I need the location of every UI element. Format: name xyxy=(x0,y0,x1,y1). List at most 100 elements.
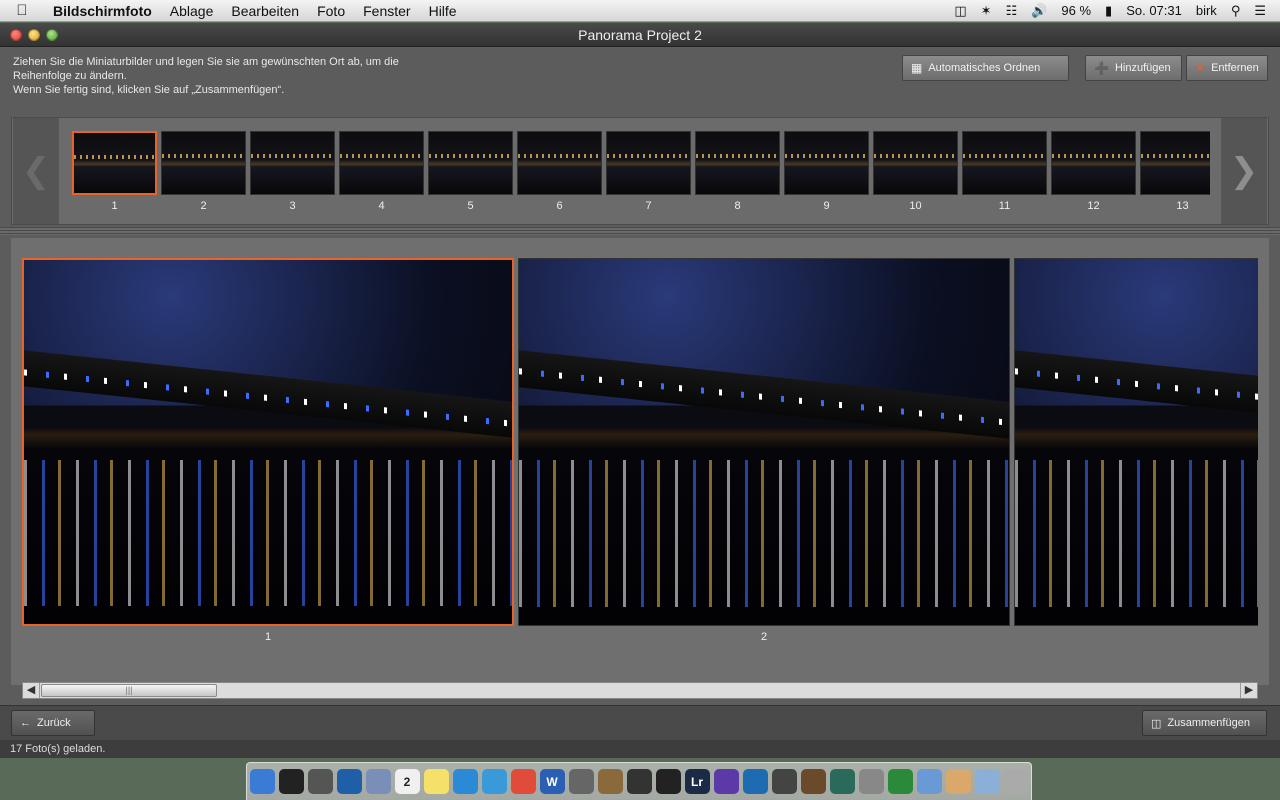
thumbnail[interactable]: 10 xyxy=(873,131,958,215)
thumbnail[interactable]: 1 xyxy=(72,131,157,215)
thumbnail[interactable]: 4 xyxy=(339,131,424,215)
thumbnail-image[interactable] xyxy=(161,131,246,195)
user-name[interactable]: birk xyxy=(1196,3,1217,18)
thumbnail[interactable]: 7 xyxy=(606,131,691,215)
thumbnail[interactable]: 9 xyxy=(784,131,869,215)
preview-photo-number: 2 xyxy=(760,631,768,643)
app8-icon[interactable] xyxy=(887,769,913,794)
menubar:  Bildschirmfoto Ablage Bearbeiten Foto … xyxy=(0,0,1280,22)
thumbnail[interactable]: 2 xyxy=(161,131,246,215)
add-button[interactable]: ➕ Hinzufügen xyxy=(1085,55,1182,81)
thumbnail[interactable]: 5 xyxy=(428,131,513,215)
downloads-icon[interactable] xyxy=(974,769,1000,794)
notification-center-icon[interactable]: ☰ xyxy=(1254,3,1266,19)
menu-bearbeiten[interactable]: Bearbeiten xyxy=(222,3,308,19)
back-button[interactable]: ← Zurück xyxy=(11,710,95,736)
instructions: Ziehen Sie die Miniaturbilder und legen … xyxy=(13,55,433,97)
titlebar: Panorama Project 2 xyxy=(0,23,1280,47)
menu-hilfe[interactable]: Hilfe xyxy=(420,3,466,19)
scroll-arrow-right-icon[interactable]: ▶ xyxy=(1240,683,1257,698)
app7-icon[interactable] xyxy=(858,769,884,794)
thumbnail-image[interactable] xyxy=(72,131,157,195)
app2-icon[interactable] xyxy=(713,769,739,794)
terminal-icon[interactable] xyxy=(278,769,304,794)
clock[interactable]: So. 07:31 xyxy=(1126,3,1182,18)
trash-icon[interactable] xyxy=(1003,769,1029,794)
thumbnail-number: 6 xyxy=(556,200,563,212)
spotlight-icon[interactable]: ⚲ xyxy=(1231,3,1241,19)
thumbnail[interactable]: 12 xyxy=(1051,131,1136,215)
thumbnail-image[interactable] xyxy=(962,131,1047,195)
compass-icon[interactable] xyxy=(481,769,507,794)
wifi-icon[interactable]: ☷ xyxy=(1006,3,1018,19)
thumbnail-number: 1 xyxy=(111,200,118,212)
photos-icon[interactable] xyxy=(597,769,623,794)
thumbnail-image[interactable] xyxy=(784,131,869,195)
preview-icon[interactable] xyxy=(365,769,391,794)
app-icon[interactable] xyxy=(307,769,333,794)
thumbnail-image[interactable] xyxy=(873,131,958,195)
remove-button[interactable]: ✕ Entfernen xyxy=(1186,55,1268,81)
preview-photo-image[interactable] xyxy=(1014,258,1258,626)
lightroom-icon[interactable]: Lr xyxy=(684,769,710,794)
close-icon[interactable] xyxy=(10,29,22,41)
thumbnail-image[interactable] xyxy=(606,131,691,195)
scroll-left-icon[interactable]: ❮ xyxy=(13,118,59,224)
menu-foto[interactable]: Foto xyxy=(308,3,354,19)
thumbnail-image[interactable] xyxy=(339,131,424,195)
menu-ablage[interactable]: Ablage xyxy=(161,3,223,19)
splitter[interactable] xyxy=(0,227,1280,235)
thumbnail-image[interactable] xyxy=(1051,131,1136,195)
thumbnail-row: 1 2 3 4 5 6 7 8 9 10 11 12 13 xyxy=(72,131,1210,219)
menu-app[interactable]: Bildschirmfoto xyxy=(44,3,161,19)
app4-icon[interactable] xyxy=(771,769,797,794)
notes-icon[interactable] xyxy=(423,769,449,794)
thumbnail-image[interactable] xyxy=(517,131,602,195)
menu-fenster[interactable]: Fenster xyxy=(354,3,419,19)
bluetooth-icon[interactable]: ✶ xyxy=(981,3,992,19)
apple-icon[interactable]:  xyxy=(0,2,44,19)
finder-icon[interactable] xyxy=(249,769,275,794)
zoom-icon[interactable] xyxy=(46,29,58,41)
thumbnail-number: 5 xyxy=(467,200,474,212)
folder-icon[interactable] xyxy=(916,769,942,794)
auto-arrange-button[interactable]: ▦ Automatisches Ordnen xyxy=(902,55,1069,81)
app6-icon[interactable] xyxy=(829,769,855,794)
volume-icon[interactable]: 🔊 xyxy=(1031,3,1047,19)
horizontal-scrollbar[interactable]: ◀ ||| ▶ xyxy=(22,682,1258,699)
preview-photo[interactable]: 2 xyxy=(518,258,1010,643)
thumbnail-image[interactable] xyxy=(695,131,780,195)
thumbnail-image[interactable] xyxy=(428,131,513,195)
preview-photo[interactable] xyxy=(1014,258,1258,626)
preview-photo-image[interactable] xyxy=(22,258,514,626)
photo-refl xyxy=(1015,460,1258,607)
thumbnail[interactable]: 6 xyxy=(517,131,602,215)
app3-icon[interactable] xyxy=(742,769,768,794)
home-icon[interactable] xyxy=(945,769,971,794)
scroll-right-icon[interactable]: ❯ xyxy=(1221,118,1267,224)
thumbnail[interactable]: 3 xyxy=(250,131,335,215)
minimize-icon[interactable] xyxy=(28,29,40,41)
thumbnail-image[interactable] xyxy=(250,131,335,195)
battery-icon[interactable]: ▮ xyxy=(1105,3,1112,19)
itunes-icon[interactable] xyxy=(452,769,478,794)
calendar-icon[interactable]: 2 xyxy=(394,769,420,794)
thumbnail[interactable]: 11 xyxy=(962,131,1047,215)
word-icon[interactable]: W xyxy=(539,769,565,794)
thumbnail-image[interactable] xyxy=(1140,131,1210,195)
chrome-icon[interactable] xyxy=(510,769,536,794)
thumbnail[interactable]: 13 xyxy=(1140,131,1210,215)
aperture-icon[interactable] xyxy=(626,769,652,794)
camera-icon[interactable] xyxy=(568,769,594,794)
preview-photo[interactable]: 1 xyxy=(22,258,514,643)
preview-photo-image[interactable] xyxy=(518,258,1010,626)
flashlight-icon[interactable]: ◫ xyxy=(954,3,966,19)
app5-icon[interactable] xyxy=(800,769,826,794)
thumbnail[interactable]: 8 xyxy=(695,131,780,215)
nikon-icon[interactable] xyxy=(655,769,681,794)
scroll-arrow-left-icon[interactable]: ◀ xyxy=(23,683,40,698)
safari-icon[interactable] xyxy=(336,769,362,794)
scrollbar-knob[interactable]: ||| xyxy=(41,684,217,697)
merge-button[interactable]: ◫ Zusammenfügen xyxy=(1142,710,1267,736)
battery-percent[interactable]: 96 % xyxy=(1061,3,1091,18)
